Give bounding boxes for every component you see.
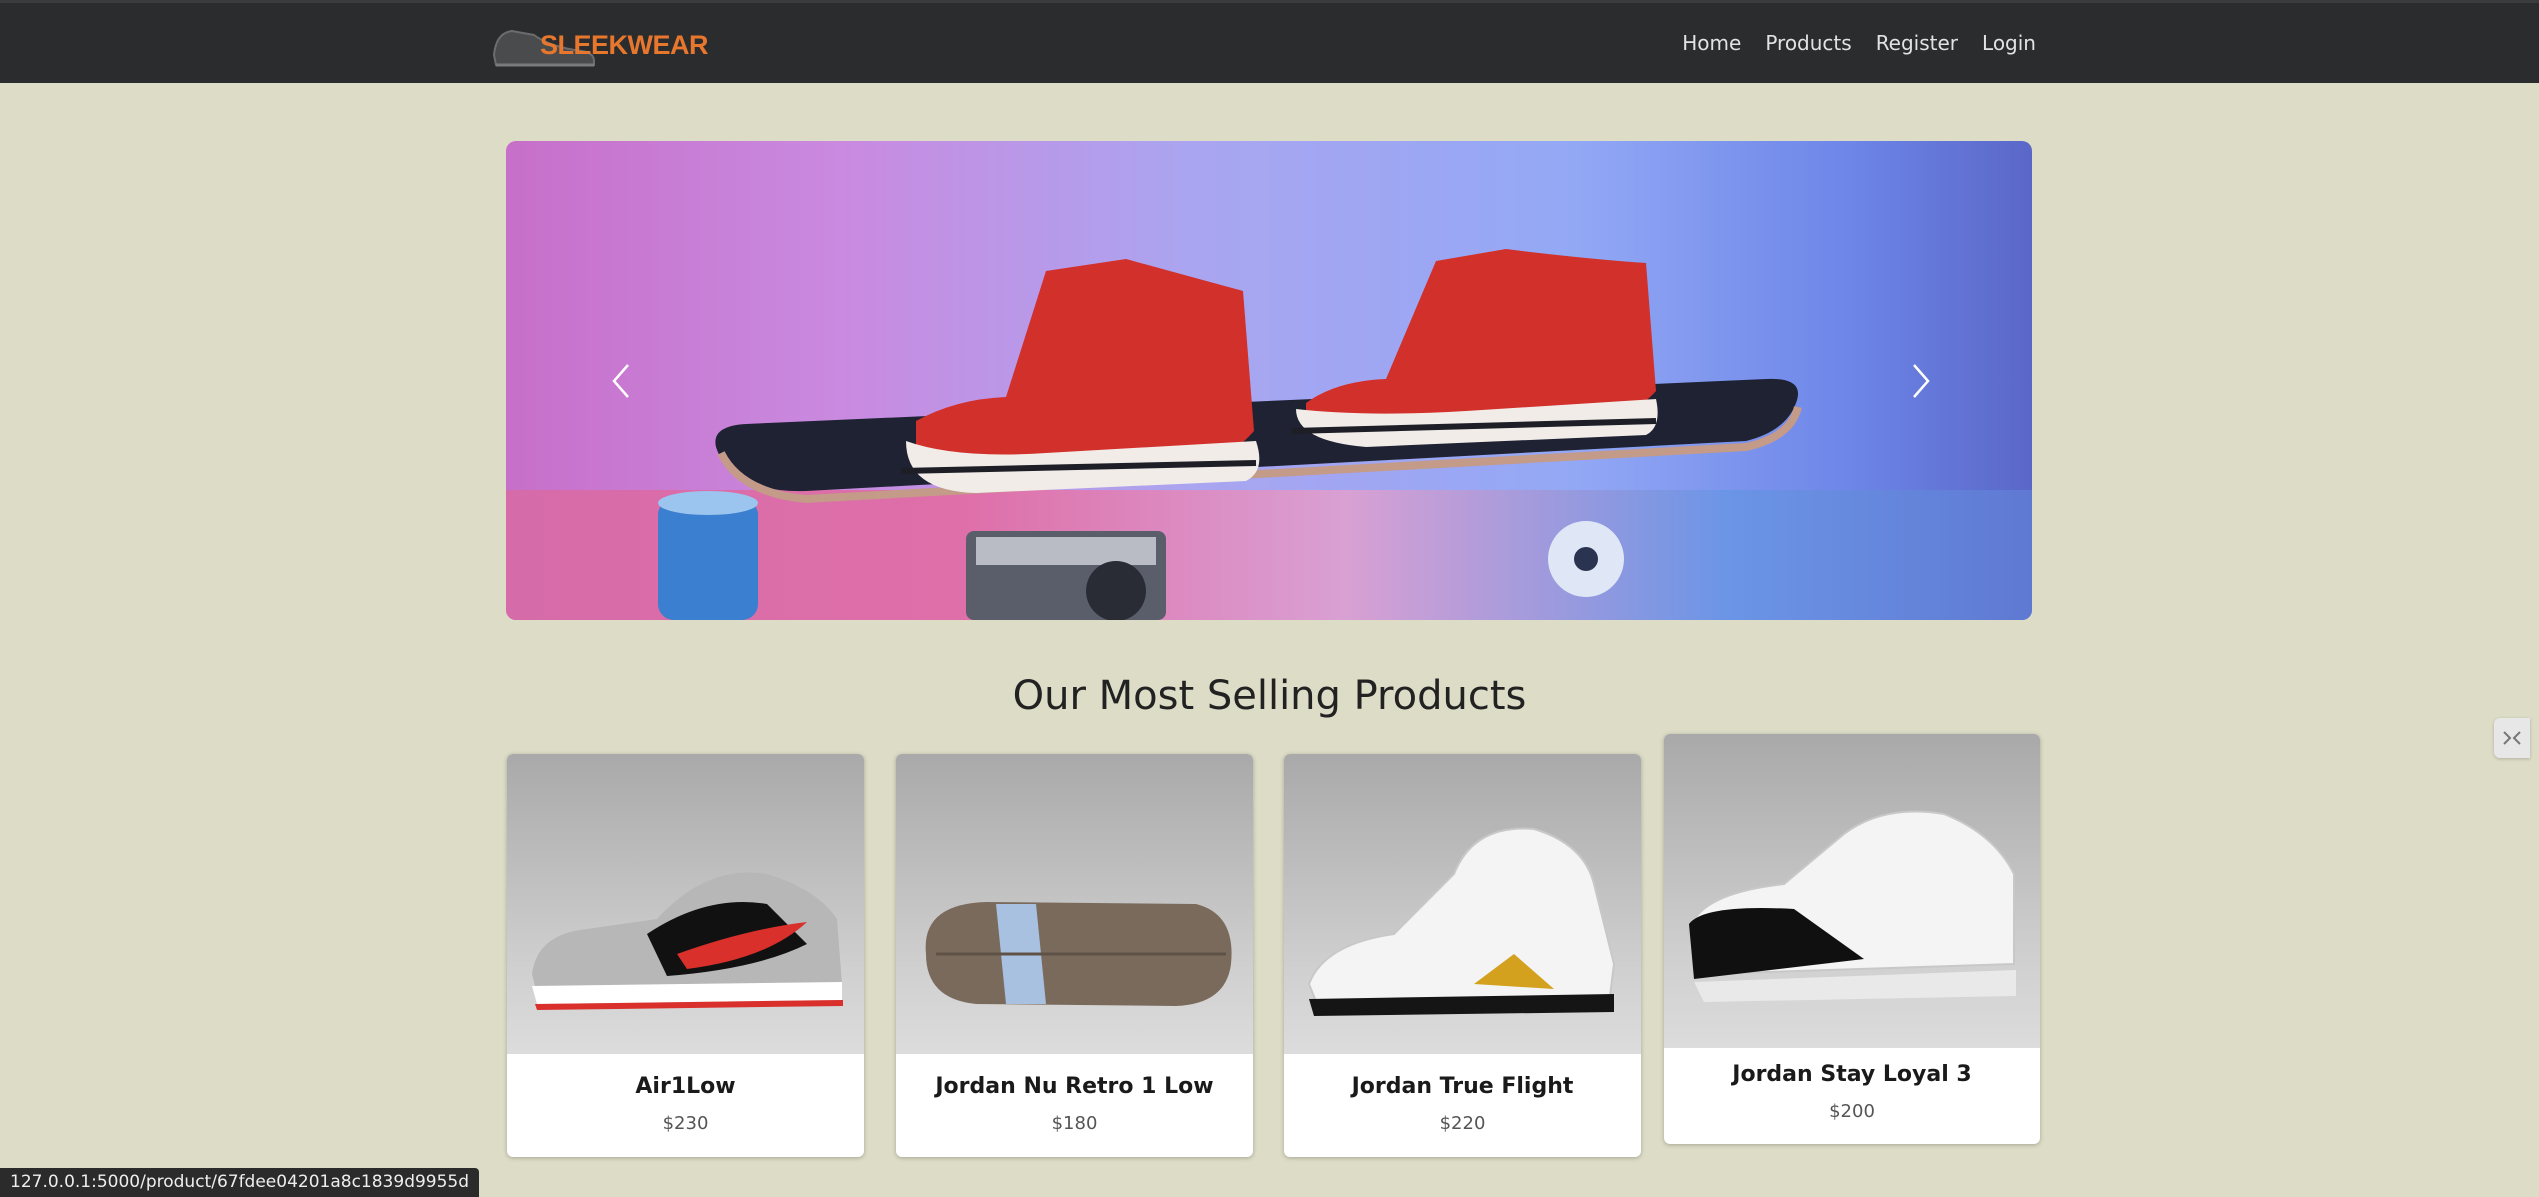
section-title: Our Most Selling Products [1012,673,1527,719]
product-name: Air1Low [635,1074,736,1099]
browser-status-bar: 127.0.0.1:5000/product/67fdee04201a8c183… [0,1168,480,1197]
nav-products[interactable]: Products [1765,31,1851,55]
collapse-icon [2503,731,2521,745]
sneaker-image-icon [532,872,843,1010]
carousel-next-button[interactable] [1906,361,1936,401]
product-price: $200 [1829,1101,1875,1122]
side-extension-tab[interactable] [2494,718,2530,758]
product-price: $220 [1439,1113,1486,1134]
chevron-right-icon [1913,364,1930,398]
product-name: Jordan Stay Loyal 3 [1732,1062,1972,1087]
sneaker-image-icon [1307,827,1616,1016]
nav-links: Home Products Register Login [1682,31,2036,55]
hero-carousel [506,141,2032,620]
sneaker-image-icon [1687,810,2016,1002]
nav-home[interactable]: Home [1682,31,1741,55]
carousel-prev-button[interactable] [606,361,636,401]
brand-logo[interactable]: SLEEKWEAR [490,17,709,71]
product-name: Jordan Nu Retro 1 Low [935,1074,1214,1099]
product-info: Jordan True Flight $220 [1284,1054,1641,1157]
product-price: $180 [1051,1113,1098,1134]
product-card[interactable]: Air1Low $230 [507,754,864,1157]
product-price: $230 [662,1113,709,1134]
product-image [1284,754,1641,1054]
product-card[interactable]: Jordan Nu Retro 1 Low $180 [896,754,1253,1157]
nav-login[interactable]: Login [1982,31,2036,55]
product-info: Jordan Nu Retro 1 Low $180 [896,1054,1253,1157]
product-card[interactable]: Jordan True Flight $220 [1284,754,1641,1157]
chevron-left-icon [612,364,629,398]
sneaker-sole-icon [925,902,1232,1006]
nav-register[interactable]: Register [1876,31,1958,55]
product-name: Jordan True Flight [1351,1074,1574,1099]
brand-name: SLEEKWEAR [540,30,709,60]
product-info: Jordan Stay Loyal 3 $200 [1664,1048,2040,1144]
product-image [896,754,1253,1054]
product-info: Air1Low $230 [507,1054,864,1157]
product-card[interactable]: Jordan Stay Loyal 3 $200 [1664,734,2040,1144]
product-image [507,754,864,1054]
carousel-image [658,249,1802,620]
product-image [1664,734,2040,1048]
navbar: SLEEKWEAR Home Products Register Login [0,0,2539,83]
